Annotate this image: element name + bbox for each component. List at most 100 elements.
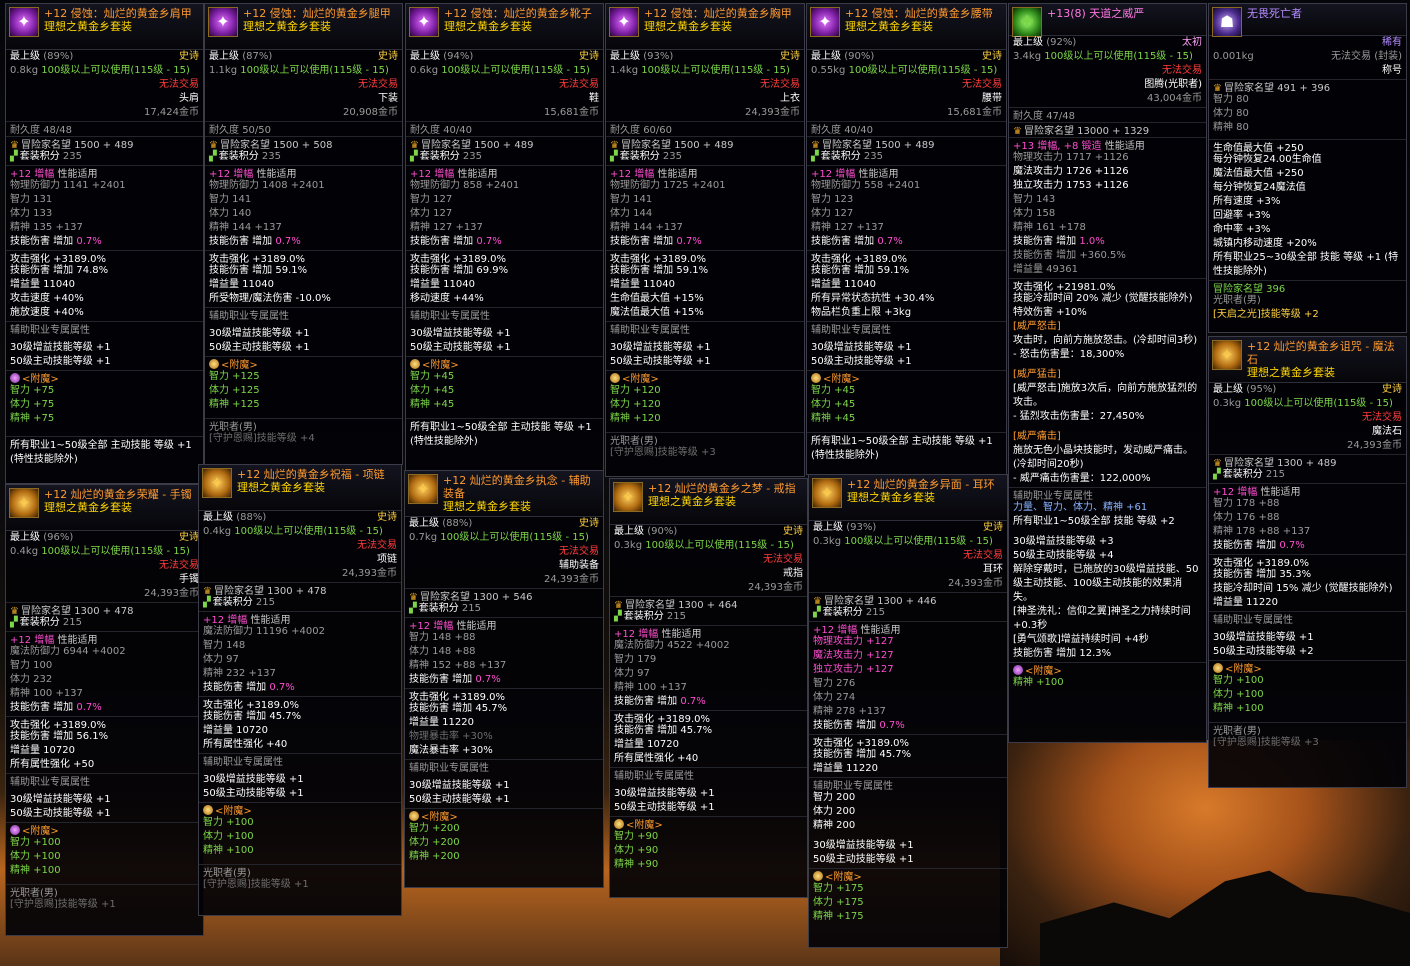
skill-dmg-val: 0.7% [1279, 540, 1305, 551]
rarity: 太初 [1182, 37, 1202, 48]
aux-lv30: 30级增益技能等级 +1 [614, 788, 715, 799]
aux-title: 辅助职业专属属性 [10, 325, 90, 336]
setpt-value: 235 [261, 151, 281, 162]
usable-level: 100级以上可以使用(115级 - 15) [844, 536, 993, 547]
setpt-value: 235 [62, 151, 82, 162]
grade-value: (92%) [1046, 37, 1077, 48]
skill-dmg: 技能伤害 增加 [1213, 540, 1277, 551]
rarity: 史诗 [783, 526, 803, 537]
slot: 辅助装备 [559, 560, 599, 571]
bonus-2: 增益量 11040 [410, 279, 475, 290]
slot: 图腾(光职者) [1144, 79, 1202, 90]
enchant-1: 智力 +125 [209, 371, 260, 382]
tooltip-earring: ✧ +12 灿烂的黄金乡异面 - 耳环 理想之黄金乡套装 最上级 (93%) 史诗… [808, 474, 1008, 948]
aux-vit: 体力 200 [813, 806, 856, 817]
enchant-2: 体力 +125 [209, 385, 260, 396]
bonus-1: 技能伤害 增加 59.1% [811, 265, 910, 276]
stat-int: 智力 276 [813, 678, 856, 689]
set-point-icon: ▞ [10, 617, 18, 628]
item-header: ✧ +12 灿烂的黄金乡之梦 - 戒指 理想之黄金乡套装 [610, 479, 807, 525]
defense: 物理防御力 1725 +2401 [610, 180, 726, 191]
item-name: +13(8) 天道之威严 [1047, 7, 1145, 20]
item-header: ✦ +12 侵蚀：灿烂的黄金乡肩甲 理想之黄金乡套装 [6, 4, 203, 50]
aux-lv30: 30级增益技能等级 +1 [811, 342, 912, 353]
bonus-3: 生命值最大值 +15% [610, 293, 704, 304]
guard-skill: [守护恩赐]技能等级 +1 [10, 899, 116, 910]
mp-max: 魔法值最大值 +250 [1213, 168, 1304, 179]
bonus-2: 增益量 11040 [610, 279, 675, 290]
grade-value: (90%) [844, 51, 875, 62]
all-skill: 所有职业1~50级全部 主动技能 等级 +1 (特性技能除外) [811, 436, 993, 461]
aux-lv30: 30级增益技能等级 +1 [10, 794, 111, 805]
grade-label: 最上级 [10, 51, 40, 62]
grade-value: (90%) [647, 526, 678, 537]
skill-dmg-val: 0.7% [275, 236, 301, 247]
stat-vit: 体力 144 [610, 208, 653, 219]
ind-atk: 独立攻击力 +127 [813, 664, 894, 675]
weight: 0.3kg [813, 536, 842, 547]
bonus-3: 增益量 11220 [1213, 597, 1278, 608]
enchant-1: 智力 +100 [203, 817, 254, 828]
set-point-icon: ▞ [610, 151, 618, 162]
stat-spi: 精神 161 +178 [1013, 222, 1086, 233]
trade-status: 无法交易 [358, 79, 398, 90]
skill-dmg: 技能伤害 增加 [1013, 236, 1077, 247]
enchant-1: 智力 +75 [10, 385, 55, 396]
trade-status: 无法交易 [159, 79, 199, 90]
set-name: 理想之黄金乡套装 [444, 20, 532, 33]
grade-label: 最上级 [410, 51, 440, 62]
tooltip-chest: ✦ +12 侵蚀：灿烂的黄金乡胸甲 理想之黄金乡套装 最上级 (93%) 史诗 1… [605, 3, 805, 477]
skill-dmg-val: 0.7% [475, 674, 501, 685]
enchant-icon [811, 373, 821, 383]
setpt-label: 套装积分 [19, 151, 60, 162]
item-header: ✧ +12 灿烂的黄金乡祝福 - 项链 理想之黄金乡套装 [199, 465, 401, 511]
set-point-icon: ▞ [1213, 469, 1221, 480]
aux-title: 辅助职业专属属性 [409, 763, 489, 774]
setpt-label: 套装积分 [619, 151, 660, 162]
aux-title: 辅助职业专属属性 [10, 777, 90, 788]
enchant-1: 智力 +120 [610, 385, 661, 396]
durability: 40/40 [443, 125, 473, 136]
grade-value: (93%) [643, 51, 674, 62]
weight: 0.4kg [203, 526, 232, 537]
set-point-icon: ▞ [209, 151, 217, 162]
skill-dmg: 技能伤害 增加 [410, 236, 474, 247]
enchant-2: 体力 +75 [10, 399, 55, 410]
bonus-3: 移动速度 +44% [410, 293, 484, 304]
bonus-3: 所受物理/魔法伤害 -10.0% [209, 293, 331, 304]
tooltip-bracelet: ✧ +12 灿烂的黄金乡荣耀 - 手镯 理想之黄金乡套装 最上级 (96%) 史诗… [5, 484, 204, 936]
durability: 47/48 [1046, 111, 1076, 122]
price: 24,393金币 [1347, 440, 1402, 451]
enchant-2: 体力 +90 [614, 845, 659, 856]
aux-lv50: 50级主动技能等级 +1 [10, 808, 111, 819]
grade-value: (88%) [236, 512, 267, 523]
usable-level: 100级以上可以使用(115级 - 15) [240, 65, 389, 76]
usable-level: 100级以上可以使用(115级 - 15) [441, 65, 590, 76]
enchant-icon [203, 805, 213, 815]
enchant-icon [10, 373, 20, 383]
enchant-2: 体力 +200 [409, 837, 460, 848]
bonus-2: 增益量 11220 [409, 717, 474, 728]
slot: 魔法石 [1372, 426, 1402, 437]
skill-dmg-val: 0.7% [76, 702, 102, 713]
rep-label: 冒险家名望 [1023, 126, 1074, 137]
belt-icon: ✦ [810, 7, 840, 37]
setpt-label: 套装积分 [212, 597, 253, 608]
slot: 耳环 [983, 564, 1003, 575]
bonus-2: 增益量 10720 [10, 745, 75, 756]
skill-dmg: 技能伤害 增加 [409, 674, 473, 685]
aux-lv50: 50级主动技能等级 +4 [1013, 550, 1114, 561]
tooltip-shoulder: ✦ +12 侵蚀：灿烂的黄金乡肩甲 理想之黄金乡套装 最上级 (89%) 史诗 0… [5, 3, 204, 484]
aux-lv30: 30级增益技能等级 +1 [1213, 632, 1314, 643]
trade-status: 无法交易 [559, 79, 599, 90]
trade-status: 无法交易 (封装) [1331, 51, 1402, 62]
item-header: ☗ 无畏死亡者 [1209, 4, 1406, 37]
skill-dmg-val: 1.0% [1079, 236, 1105, 247]
stat-int: 智力 80 [1213, 94, 1249, 105]
leg-armor-icon: ✦ [208, 7, 238, 37]
enchant-3: 精神 +200 [409, 851, 460, 862]
durability-label: 耐久度 [10, 125, 40, 136]
job-skill: [天启之光]技能等级 +2 [1213, 309, 1319, 320]
usable-level: 100级以上可以使用(115级 - 15) [1044, 51, 1193, 62]
skill-3-title: [威严痛击] [1013, 431, 1061, 442]
